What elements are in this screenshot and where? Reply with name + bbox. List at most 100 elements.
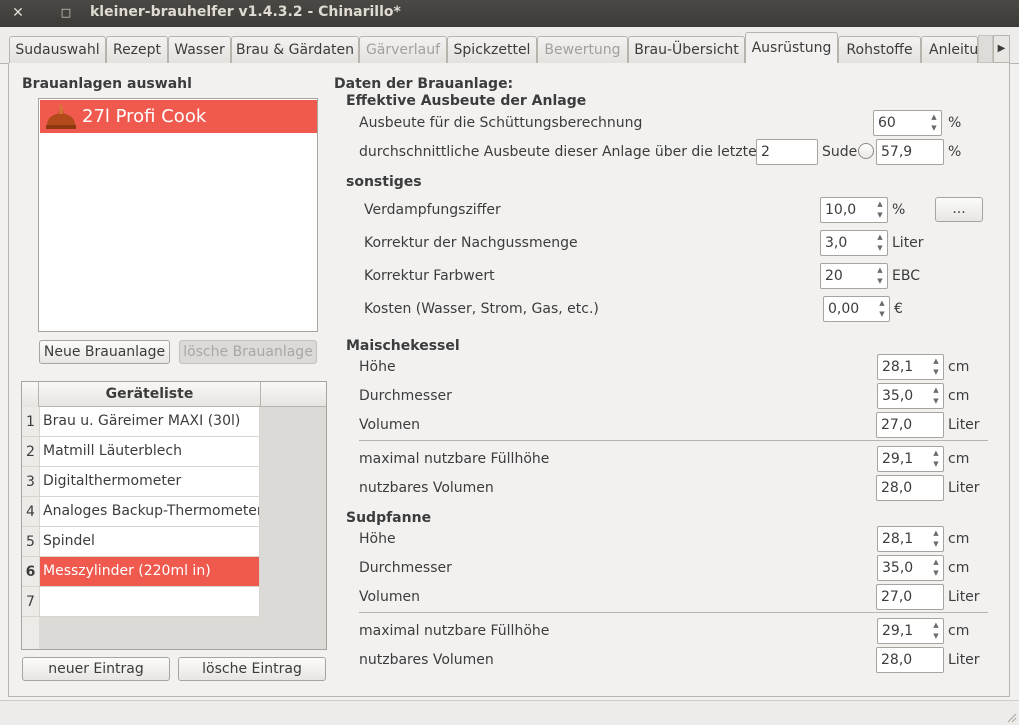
ausbeute-spinbox[interactable]: 60 ▲ ▼ [873, 110, 942, 136]
sp-hoehe-label: Höhe [359, 531, 396, 547]
table-cell[interactable]: Messzylinder (220ml in) [39, 557, 260, 587]
daten-heading: Daten der Brauanlage: [334, 76, 514, 92]
spin-arrows-icon[interactable]: ▲ ▼ [874, 265, 886, 287]
mk-durchmesser-spinbox[interactable]: 35,0 ▲ ▼ [877, 383, 944, 409]
table-row[interactable]: 5 Spindel [22, 527, 260, 557]
verdampfung-spinbox[interactable]: 10,0 ▲ ▼ [820, 197, 888, 223]
sude-radio[interactable] [858, 143, 874, 159]
mk-hoehe-value: 28,1 [882, 359, 914, 375]
geraeteliste-table[interactable]: Geräteliste 1 Brau u. Gäreimer MAXI (30l… [21, 381, 327, 650]
sp-durchmesser-unit: cm [948, 560, 970, 576]
table-row[interactable]: 4 Analoges Backup-Thermometer [22, 497, 260, 527]
tab-bar: Sudauswahl Rezept Wasser Brau & Gärdaten… [0, 27, 1019, 65]
title-bar: ✕ □ kleiner-brauhelfer v1.4.3.2 - Chinar… [0, 0, 1019, 27]
tab-brau-gaerdaten[interactable]: Brau & Gärdaten [231, 36, 359, 64]
neuer-eintrag-button[interactable]: neuer Eintrag [22, 657, 170, 681]
tab-wasser[interactable]: Wasser [168, 36, 231, 64]
mk-fuellhoehe-value: 29,1 [882, 451, 914, 467]
verdampfung-label: Verdampfungsziffer [364, 202, 501, 218]
tab-brau-uebersicht[interactable]: Brau-Übersicht [628, 36, 745, 64]
tab-scroll-left-button[interactable] [978, 35, 993, 63]
durchschnitt-field[interactable]: 57,9 [876, 139, 944, 165]
table-row-selected[interactable]: 6 Messzylinder (220ml in) [22, 557, 260, 587]
mk-volumen-field[interactable]: 27,0 [876, 412, 944, 438]
mk-divider [359, 440, 988, 441]
spin-arrows-icon[interactable]: ▲ ▼ [930, 356, 942, 378]
farbwert-spinbox[interactable]: 20 ▲ ▼ [820, 263, 888, 289]
neue-brauanlage-button[interactable]: Neue Brauanlage [39, 340, 170, 364]
row-number: 5 [22, 527, 39, 557]
tab-anleitung[interactable]: Anleitu [921, 36, 978, 64]
spin-arrows-icon[interactable]: ▲ ▼ [928, 112, 940, 134]
spin-arrows-icon[interactable]: ▲ ▼ [930, 385, 942, 407]
table-cell[interactable]: Matmill Läuterblech [39, 437, 260, 467]
kosten-label: Kosten (Wasser, Strom, Gas, etc.) [364, 301, 599, 317]
table-corner [22, 382, 39, 407]
table-row[interactable]: 1 Brau u. Gäreimer MAXI (30l) [22, 407, 260, 437]
mk-fuellhoehe-spinbox[interactable]: 29,1 ▲ ▼ [877, 446, 944, 472]
spin-arrows-icon[interactable]: ▲ ▼ [874, 232, 886, 254]
brauanlagen-list[interactable]: 27l Profi Cook [38, 98, 318, 332]
sp-durchmesser-spinbox[interactable]: 35,0 ▲ ▼ [877, 555, 944, 581]
mk-fuellhoehe-label: maximal nutzbare Füllhöhe [359, 451, 550, 467]
table-row[interactable]: 2 Matmill Läuterblech [22, 437, 260, 467]
mk-fuellhoehe-unit: cm [948, 451, 970, 467]
verdampfung-more-button[interactable]: ... [935, 197, 983, 222]
close-icon[interactable]: ✕ [10, 5, 26, 21]
sp-fuellhoehe-spinbox[interactable]: 29,1 ▲ ▼ [877, 618, 944, 644]
tab-gaerverlauf: Gärverlauf [359, 36, 447, 64]
spin-arrows-icon[interactable]: ▲ ▼ [930, 620, 942, 642]
sp-nutzvolumen-field[interactable]: 28,0 [876, 647, 944, 673]
spin-arrows-icon[interactable]: ▲ ▼ [930, 448, 942, 470]
kosten-unit: € [894, 301, 903, 317]
row-number: 1 [22, 407, 39, 437]
spin-arrows-icon[interactable]: ▲ ▼ [930, 528, 942, 550]
tab-sudauswahl[interactable]: Sudauswahl [9, 36, 106, 64]
table-cell[interactable]: Analoges Backup-Thermometer [39, 497, 260, 527]
loesche-eintrag-button[interactable]: lösche Eintrag [178, 657, 326, 681]
brauanlagen-heading: Brauanlagen auswahl [22, 76, 192, 92]
mk-volumen-value: 27,0 [881, 417, 913, 433]
table-cell[interactable]: Digitalthermometer [39, 467, 260, 497]
sude-label: Sude [822, 144, 858, 160]
mk-nutzvolumen-field[interactable]: 28,0 [876, 475, 944, 501]
row-number: 3 [22, 467, 39, 497]
sp-hoehe-unit: cm [948, 531, 970, 547]
sp-hoehe-value: 28,1 [882, 531, 914, 547]
effektive-ausbeute-heading: Effektive Ausbeute der Anlage [346, 93, 587, 109]
nachguss-spinbox[interactable]: 3,0 ▲ ▼ [820, 230, 888, 256]
farbwert-unit: EBC [892, 268, 920, 284]
tab-rezept[interactable]: Rezept [106, 36, 168, 64]
sude-count-input[interactable]: 2 [756, 139, 818, 165]
list-item[interactable]: 27l Profi Cook [40, 100, 317, 133]
sp-hoehe-spinbox[interactable]: 28,1 ▲ ▼ [877, 526, 944, 552]
kosten-spinbox[interactable]: 0,00 ▲ ▼ [823, 296, 890, 322]
mk-nutzvolumen-label: nutzbares Volumen [359, 480, 494, 496]
table-row[interactable]: 7 [22, 587, 260, 617]
ausbeute-value: 60 [878, 115, 896, 131]
table-cell[interactable] [39, 587, 260, 617]
mk-nutzvolumen-value: 28,0 [881, 480, 913, 496]
sp-nutzvolumen-unit: Liter [948, 652, 980, 668]
tab-ausruestung[interactable]: Ausrüstung [745, 32, 838, 65]
spin-arrows-icon[interactable]: ▲ ▼ [876, 298, 888, 320]
kosten-value: 0,00 [828, 301, 860, 317]
sp-volumen-field[interactable]: 27,0 [876, 584, 944, 610]
table-cell[interactable]: Brau u. Gäreimer MAXI (30l) [39, 407, 260, 437]
spin-arrows-icon[interactable]: ▲ ▼ [930, 557, 942, 579]
sp-fuellhoehe-label: maximal nutzbare Füllhöhe [359, 623, 550, 639]
tab-spickzettel[interactable]: Spickzettel [447, 36, 537, 64]
tab-scroll-right-icon[interactable]: ▶ [993, 35, 1010, 63]
mk-hoehe-unit: cm [948, 359, 970, 375]
mk-hoehe-spinbox[interactable]: 28,1 ▲ ▼ [877, 354, 944, 380]
status-bar [0, 700, 1019, 725]
maximize-icon[interactable]: □ [58, 5, 74, 21]
table-row[interactable]: 3 Digitalthermometer [22, 467, 260, 497]
spin-arrows-icon[interactable]: ▲ ▼ [874, 199, 886, 221]
tab-rohstoffe[interactable]: Rohstoffe [838, 36, 921, 64]
resize-grip-icon[interactable] [1005, 711, 1017, 723]
table-cell[interactable]: Spindel [39, 527, 260, 557]
sudpfanne-heading: Sudpfanne [346, 510, 432, 526]
column-header-geraeteliste[interactable]: Geräteliste [39, 382, 260, 407]
ausbeute-unit: % [948, 115, 962, 131]
